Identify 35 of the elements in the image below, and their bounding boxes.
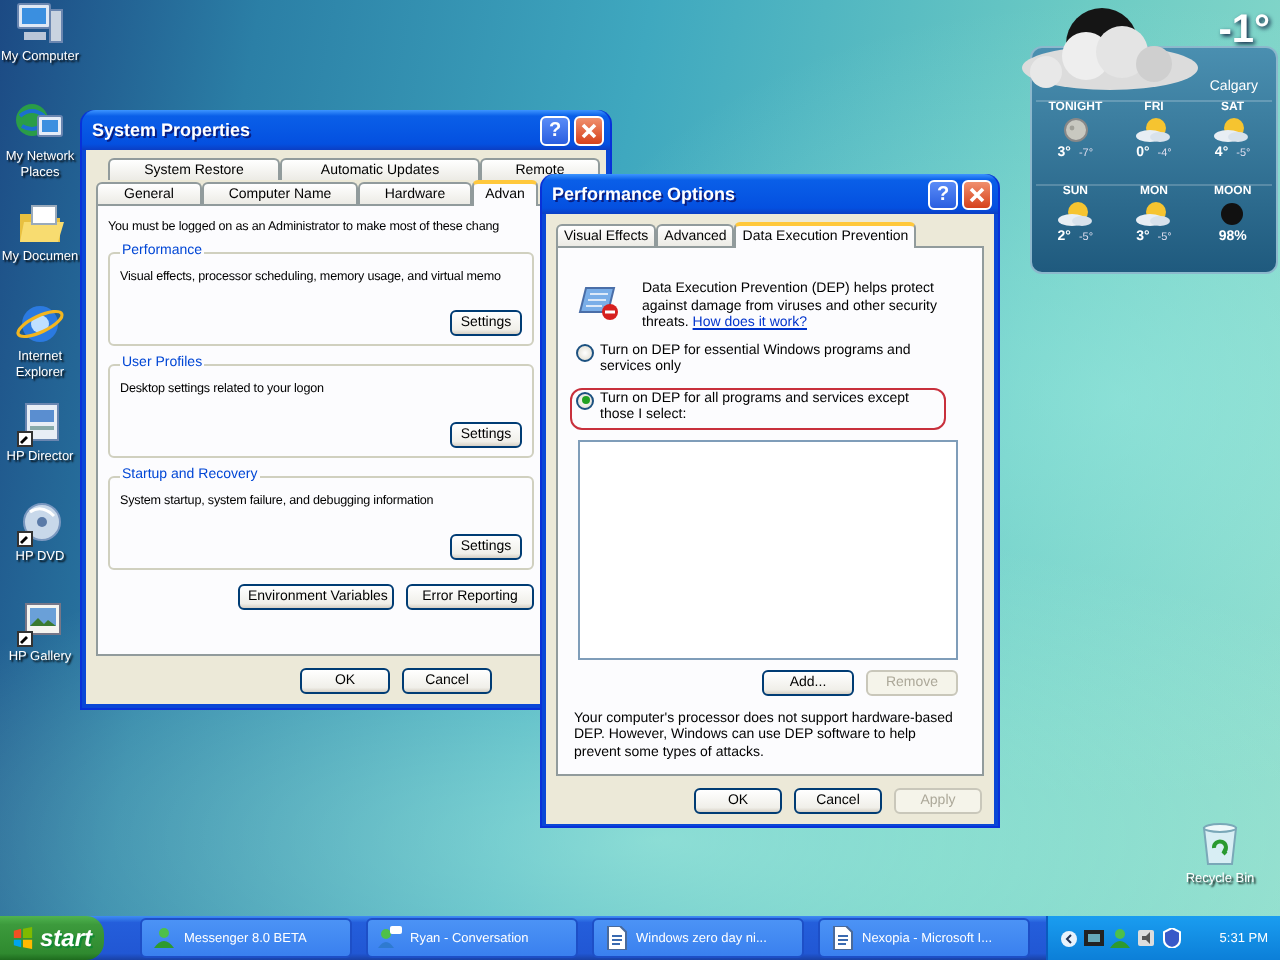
photo-frame-icon <box>14 600 66 648</box>
temperature: -1° <box>1218 8 1270 52</box>
messenger-icon <box>152 926 176 950</box>
chevron-icon <box>1060 929 1078 947</box>
window-title: Performance Options <box>552 184 738 204</box>
start-button[interactable]: start <box>0 916 104 960</box>
radio-button[interactable] <box>576 391 594 409</box>
chat-people-icon <box>378 926 402 950</box>
close-icon <box>580 121 598 139</box>
sun-cloud-icon <box>1055 199 1096 227</box>
document-icon <box>830 926 854 950</box>
sun-cloud-icon <box>1133 199 1174 227</box>
speaker-icon <box>1136 928 1156 948</box>
close-icon <box>968 185 986 203</box>
document-icon <box>604 926 628 950</box>
dark-moon-icon <box>1218 199 1247 227</box>
disc-icon <box>14 500 66 548</box>
sun-cloud-icon <box>1212 116 1253 144</box>
help-button[interactable]: ? <box>928 179 958 209</box>
monitor-icon <box>1084 928 1104 948</box>
close-button[interactable] <box>574 115 604 145</box>
shield-window-icon <box>578 282 622 322</box>
computer-icon <box>14 0 66 48</box>
messenger-icon <box>1110 928 1130 948</box>
moon-icon <box>1061 116 1090 144</box>
radio-button[interactable] <box>576 343 594 361</box>
exceptions-list[interactable] <box>578 439 958 659</box>
window-title: System Properties <box>92 120 253 140</box>
close-button[interactable] <box>962 179 992 209</box>
help-button[interactable]: ? <box>540 115 570 145</box>
windows-flag-icon <box>12 926 34 950</box>
shield-icon <box>1162 928 1182 948</box>
folder-icon <box>14 200 66 248</box>
globe-icon <box>14 300 66 348</box>
sun-cloud-icon <box>1133 116 1174 144</box>
